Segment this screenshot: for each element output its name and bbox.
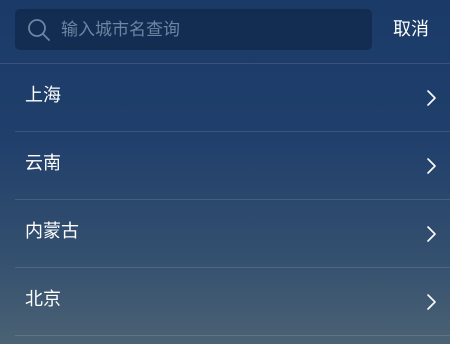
list-item-label: 云南	[25, 153, 61, 174]
chevron-right-icon	[427, 158, 436, 174]
list-item-inner-mongolia[interactable]: 内蒙古	[15, 200, 450, 268]
list-item-label: 北京	[25, 289, 61, 310]
list-item-yunnan[interactable]: 云南	[15, 132, 450, 200]
list-item-label: 内蒙古	[25, 221, 79, 242]
list-item-beijing[interactable]: 北京	[15, 268, 450, 336]
search-input[interactable]	[61, 9, 361, 50]
search-header: 取消	[0, 0, 450, 64]
search-box[interactable]	[15, 9, 372, 50]
list-item-label: 上海	[25, 85, 61, 106]
city-list: 上海 云南 内蒙古 北京	[0, 64, 450, 336]
cancel-button[interactable]: 取消	[384, 9, 438, 50]
chevron-right-icon	[427, 90, 436, 106]
chevron-right-icon	[427, 294, 436, 310]
chevron-right-icon	[427, 226, 436, 242]
search-icon	[28, 19, 50, 41]
list-item-shanghai[interactable]: 上海	[15, 64, 450, 132]
